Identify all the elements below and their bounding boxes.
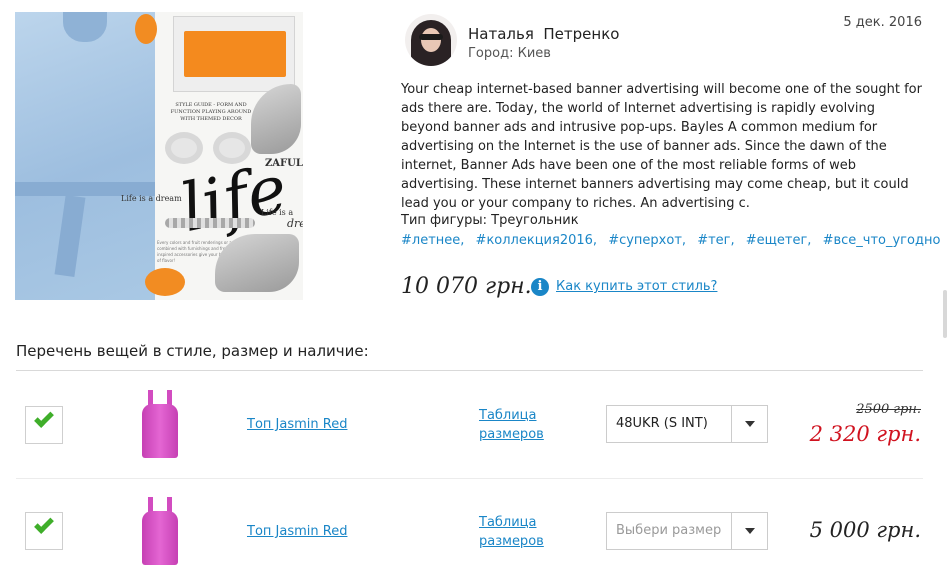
clutch-inner	[184, 31, 286, 77]
chevron-down-icon	[745, 421, 755, 427]
size-table-line1[interactable]: Таблица	[479, 513, 559, 532]
tag-link[interactable]: #летнее,	[401, 233, 464, 248]
tank-top-thumbnail[interactable]	[140, 497, 180, 565]
item-checkbox[interactable]	[25, 406, 63, 444]
size-select-toggle[interactable]	[731, 513, 767, 549]
tag-link[interactable]: #коллекция2016,	[476, 233, 598, 248]
size-select[interactable]: Выбери размер	[606, 512, 768, 550]
items-section-title: Перечень вещей в стиле, размер и наличие…	[16, 342, 369, 360]
size-table-line2[interactable]: размеров	[479, 425, 559, 444]
size-table-link[interactable]: Таблица размеров	[479, 513, 559, 551]
bracelet	[165, 218, 255, 228]
tag-list: #летнее, #коллекция2016, #суперхот, #тег…	[401, 233, 947, 248]
avatar-face	[421, 28, 441, 52]
tank-body	[142, 511, 178, 565]
chevron-down-icon	[745, 528, 755, 534]
size-select[interactable]: 48UKR (S INT)	[606, 405, 768, 443]
item-sale-price: 2 320 грн.	[809, 422, 921, 446]
post-date: 5 дек. 2016	[843, 15, 922, 30]
orange-slice	[145, 268, 185, 296]
tank-top-thumbnail[interactable]	[140, 390, 180, 458]
collage-tagline-script: drem	[287, 217, 303, 230]
size-select-toggle[interactable]	[731, 406, 767, 442]
style-collage-image: STYLE GUIDE - FORM AND FUNCTION PLAYING …	[15, 12, 303, 300]
collage-style-guide: STYLE GUIDE - FORM AND FUNCTION PLAYING …	[170, 102, 252, 122]
check-icon	[34, 408, 54, 428]
info-icon[interactable]: i	[531, 278, 549, 296]
tag-link[interactable]: #ещетег,	[746, 233, 812, 248]
row-divider	[16, 478, 923, 479]
item-name-link[interactable]: Топ Jasmin Red	[247, 524, 347, 539]
size-select-value: 48UKR (S INT)	[616, 416, 708, 431]
author-avatar[interactable]	[405, 14, 457, 66]
tank-body	[142, 404, 178, 458]
avatar-glasses	[419, 34, 443, 40]
lens-left	[165, 132, 203, 164]
orange-slice	[135, 14, 157, 44]
dress-collar	[63, 12, 107, 42]
size-table-line1[interactable]: Таблица	[479, 406, 559, 425]
tag-link[interactable]: #тег,	[697, 233, 734, 248]
author-city: Город: Киев	[468, 46, 551, 61]
style-total-price: 10 070 грн.	[401, 274, 532, 299]
style-description: Your cheap internet-based banner adverti…	[401, 82, 922, 211]
how-to-buy-link[interactable]: Как купить этот стиль?	[556, 279, 717, 294]
item-checkbox[interactable]	[25, 512, 63, 550]
item-old-price: 2500 грн.	[856, 402, 921, 417]
section-divider	[16, 370, 923, 371]
size-table-line2[interactable]: размеров	[479, 532, 559, 551]
author-name[interactable]: Наталья Петренко	[468, 25, 619, 43]
item-name-link[interactable]: Топ Jasmin Red	[247, 417, 347, 432]
collage-tagline-left: Life is a dream	[121, 194, 182, 203]
tag-link[interactable]: #все_что_угодно	[823, 233, 941, 248]
collage-tagline-right: Life is a	[261, 208, 294, 217]
item-price: 5 000 грн.	[809, 518, 921, 542]
orange-clutch	[173, 16, 295, 92]
size-select-placeholder: Выбери размер	[616, 523, 722, 538]
check-icon	[34, 514, 54, 534]
dress-belt-tie	[54, 194, 86, 278]
figure-type: Тип фигуры: Треугольник	[401, 213, 579, 228]
tag-link[interactable]: #суперхот,	[608, 233, 686, 248]
page-scrollbar[interactable]	[943, 290, 947, 338]
denim-dress	[15, 12, 155, 300]
size-table-link[interactable]: Таблица размеров	[479, 406, 559, 444]
platform-sandal	[251, 84, 301, 154]
